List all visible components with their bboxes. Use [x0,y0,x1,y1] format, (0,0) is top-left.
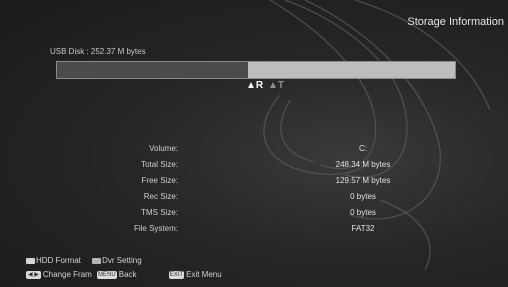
info-row-tms-size: TMS Size: 0 bytes [0,205,508,221]
left-right-arrows-icon: ◀ ▶ [26,270,41,279]
page-title: Storage Information [407,16,504,28]
change-frame-button[interactable]: ◀ ▶ Change Fram [26,270,94,279]
back-label: Back [118,270,137,279]
storage-used-fill [57,62,249,78]
info-label: TMS Size: [141,208,178,217]
hdd-format-label: HDD Format [36,256,81,265]
info-value: C: [359,144,367,153]
storage-information-screen: Storage Information USB Disk : 252.37 M … [0,0,508,287]
exit-menu-label: Exit Menu [186,270,222,279]
footer-color-key-row: HDD Format Dvr Setting [26,256,142,265]
info-row-rec-size: Rec Size: 0 bytes [0,189,508,205]
record-position-marker: ▲R [246,80,264,91]
exit-menu-button[interactable]: EXIT Exit Menu [168,270,222,279]
info-value: 0 bytes [350,208,376,217]
storage-info-list: Volume: C: Total Size: 248.34 M bytes Fr… [0,141,508,241]
info-row-volume: Volume: C: [0,141,508,157]
dvr-setting-label: Dvr Setting [102,256,142,265]
green-key-icon [92,257,102,264]
info-label: File System: [133,224,178,233]
exit-key-icon: EXIT [168,270,185,279]
dvr-setting-button[interactable]: Dvr Setting [92,256,142,265]
info-value: 248.34 M bytes [335,160,391,169]
info-row-total-size: Total Size: 248.34 M bytes [0,157,508,173]
info-value: 129.57 M bytes [335,176,391,185]
info-label: Total Size: [141,160,178,169]
storage-usage-bar [56,61,456,79]
hdd-format-button[interactable]: HDD Format [26,256,83,265]
info-label: Free Size: [141,176,178,185]
info-value: FAT32 [351,224,375,233]
info-row-file-system: File System: FAT32 [0,221,508,237]
timeshift-position-marker: ▲T [268,80,285,91]
info-label: Rec Size: [143,192,178,201]
info-label: Volume: [149,144,178,153]
back-button[interactable]: MENU Back [97,270,139,279]
usb-disk-capacity-label: USB Disk : 252.37 M bytes [50,47,146,56]
red-key-icon [26,257,35,264]
menu-key-icon: MENU [97,270,117,279]
footer-nav-key-row: ◀ ▶ Change Fram MENU Back EXIT Exit Menu [26,270,222,279]
info-row-free-size: Free Size: 129.57 M bytes [0,173,508,189]
info-value: 0 bytes [350,192,376,201]
change-frame-label: Change Fram [42,270,92,279]
